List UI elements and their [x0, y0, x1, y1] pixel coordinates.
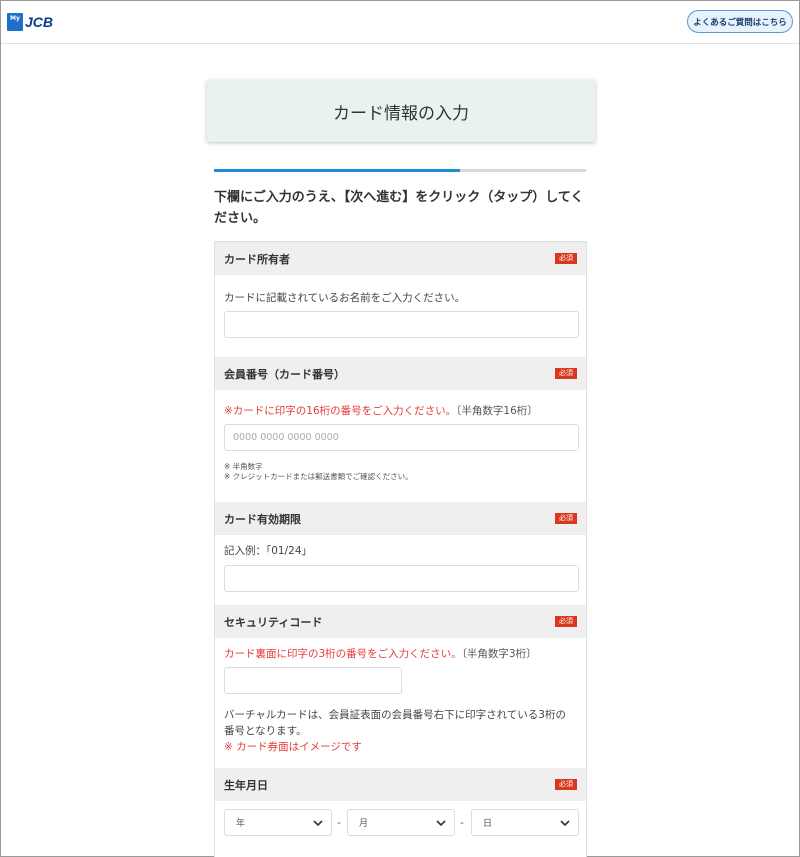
- holder-title: カード所有者: [224, 252, 290, 266]
- chevron-down-icon: [313, 819, 323, 826]
- card-number-hint: ※カードに印字の16桁の番号をご入力ください。〔半角数字16桁〕: [224, 403, 538, 419]
- progress-bar: [214, 169, 586, 172]
- security-hint-gray: 〔半角数字3桁〕: [461, 648, 537, 660]
- section-header-holder: カード所有者 必須: [215, 242, 586, 275]
- required-badge: 必須: [555, 253, 577, 264]
- birth-title: 生年月日: [224, 778, 268, 792]
- logo-my-mark: My: [7, 13, 23, 31]
- birth-separator: -: [460, 816, 464, 829]
- required-badge: 必須: [555, 368, 577, 379]
- birth-separator: -: [337, 816, 341, 829]
- section-header-expiry: カード有効期限 必須: [215, 502, 586, 535]
- section-header-security: セキュリティコード 必須: [215, 605, 586, 638]
- logo-jcb-text: JCB: [25, 14, 54, 30]
- security-desc-line-1: バーチャルカードは、会員証表面の会員番号右下に印字されている3桁の: [224, 709, 566, 721]
- progress-fill: [214, 169, 460, 172]
- birth-month-value: 月: [359, 819, 369, 829]
- card-number-title: 会員番号（カード番号）: [224, 367, 345, 381]
- card-number-note-2: ※ クレジットカードまたは郵送書類でご確認ください。: [224, 472, 413, 481]
- birth-day-select[interactable]: 日: [471, 809, 579, 836]
- page-title: カード情報の入力: [207, 80, 595, 142]
- card-number-hint-red: ※カードに印字の16桁の番号をご入力ください。: [224, 405, 457, 417]
- security-card-image-note: ※ カード券面はイメージです: [224, 741, 362, 753]
- birth-month-select[interactable]: 月: [347, 809, 455, 836]
- jcb-logo[interactable]: My JCB: [7, 12, 53, 32]
- required-badge: 必須: [555, 513, 577, 524]
- security-title: セキュリティコード: [224, 615, 323, 629]
- holder-hint: カードに記載されているお名前をご入力ください。: [224, 292, 466, 304]
- birth-day-value: 日: [483, 819, 493, 829]
- expiry-hint: 記入例：｢01/24｣: [224, 545, 307, 557]
- chevron-down-icon: [436, 819, 446, 826]
- holder-name-input[interactable]: [224, 311, 579, 338]
- instruction-text: 下欄にご入力のうえ、【次へ進む】をクリック（タップ）してください。: [214, 190, 584, 226]
- expiry-input[interactable]: [224, 565, 579, 592]
- expiry-title: カード有効期限: [224, 512, 301, 526]
- top-header: My JCB よくあるご質問はこちら: [1, 1, 799, 44]
- section-header-card-number: 会員番号（カード番号） 必須: [215, 357, 586, 390]
- security-code-input[interactable]: [224, 667, 402, 694]
- birth-year-value: 年: [236, 819, 246, 829]
- required-badge: 必須: [555, 616, 577, 627]
- faq-button[interactable]: よくあるご質問はこちら: [687, 10, 793, 33]
- security-desc-line-2: 番号となります。: [224, 725, 307, 737]
- security-hint: カード裏面に印字の3桁の番号をご入力ください。〔半角数字3桁〕: [224, 646, 537, 662]
- required-badge: 必須: [555, 779, 577, 790]
- section-header-birth: 生年月日 必須: [215, 768, 586, 801]
- security-hint-red: カード裏面に印字の3桁の番号をご入力ください。: [224, 648, 462, 660]
- card-info-form: カード所有者 必須 カードに記載されているお名前をご入力ください。 会員番号（カ…: [214, 241, 587, 857]
- chevron-down-icon: [560, 819, 570, 826]
- card-number-input[interactable]: [224, 424, 579, 451]
- card-number-hint-gray: 〔半角数字16桁〕: [456, 405, 538, 417]
- card-number-note-1: ※ 半角数字: [224, 462, 263, 471]
- birth-year-select[interactable]: 年: [224, 809, 332, 836]
